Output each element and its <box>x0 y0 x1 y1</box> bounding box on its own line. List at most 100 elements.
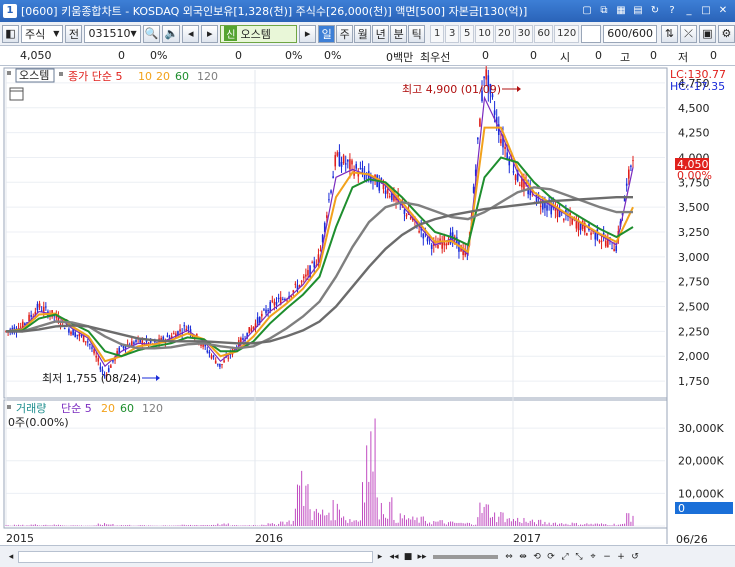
calendar-icon[interactable] <box>9 87 24 101</box>
undo-icon[interactable]: ⟲ <box>530 550 544 564</box>
candle-body <box>172 333 175 335</box>
candle-body <box>403 209 406 214</box>
sync-icon[interactable]: ⇅ <box>660 24 678 43</box>
crosshair-icon[interactable]: ⌖ <box>586 550 600 564</box>
hc-label: HC:-17.35 <box>670 80 725 93</box>
copy-window-icon[interactable]: ⧉ <box>598 5 610 17</box>
candle-body <box>384 190 387 195</box>
candle-body <box>418 230 420 233</box>
interval-120[interactable]: 120 <box>554 24 580 43</box>
restore-icon[interactable]: ▢ <box>581 5 593 17</box>
candle-body <box>242 337 244 341</box>
rotate-icon[interactable]: ↻ <box>649 5 661 17</box>
interval-1[interactable]: 1 <box>430 24 445 43</box>
period-tab-3[interactable]: 년 <box>372 24 390 43</box>
candle-body <box>604 240 607 247</box>
candle-body <box>479 118 481 127</box>
chevron-down-icon: ▼ <box>53 29 60 38</box>
candle-body <box>615 245 618 252</box>
period-tab-0[interactable]: 일 <box>318 24 336 43</box>
help-icon[interactable]: ? <box>666 5 678 17</box>
stock-code-input[interactable]: 031510 ▼ <box>84 24 141 43</box>
candle-body <box>227 357 230 359</box>
interval-3[interactable]: 3 <box>445 24 460 43</box>
redo-icon[interactable]: ⟳ <box>544 550 558 564</box>
scroll-right-icon[interactable]: ▸ <box>373 550 387 564</box>
prev-stock-icon[interactable]: ◂ <box>182 24 200 43</box>
zoom-in-icon[interactable]: + <box>614 550 628 564</box>
candle-body <box>305 274 307 277</box>
sub-grid-icon[interactable]: ▤ <box>632 5 644 17</box>
maximize-icon[interactable]: □ <box>700 5 712 17</box>
period-tab-4[interactable]: 분 <box>390 24 408 43</box>
period-tab-2[interactable]: 월 <box>354 24 372 43</box>
play-forward-icon[interactable]: ▸▸ <box>415 550 429 564</box>
volume-tick-label: 20,000K <box>678 455 724 468</box>
compare-icon[interactable]: ⤫ <box>679 24 697 43</box>
dropdown-icon[interactable]: ▸ <box>299 24 317 43</box>
interval-20[interactable]: 20 <box>494 24 514 43</box>
candle-body <box>504 146 506 149</box>
stop-icon[interactable]: ■ <box>401 550 415 564</box>
market-select[interactable]: 주식 ▼ <box>21 24 64 43</box>
play-back-icon[interactable]: ◂◂ <box>387 550 401 564</box>
settings-icon[interactable]: ⚙ <box>717 24 735 43</box>
interval-60[interactable]: 60 <box>534 24 554 43</box>
interval-tabs: 1 3 5 10 20 30 60 120 <box>430 24 580 43</box>
candle-body <box>485 69 488 80</box>
price-tick-label: 1,750 <box>678 375 710 388</box>
candle-body <box>409 217 412 219</box>
ma-20-label: 20 <box>156 70 170 83</box>
expand-icon[interactable]: ⤢ <box>558 550 572 564</box>
candle-body <box>334 155 337 167</box>
current-pct-label: 0.00% <box>677 169 712 182</box>
candle-body <box>493 110 496 115</box>
candle-body <box>300 281 303 283</box>
search-icon[interactable]: 🔍 <box>142 24 161 43</box>
candle-body <box>600 240 603 242</box>
toolbar: ◧ 주식 ▼ 전 031510 ▼ 🔍 🔈 ◂ ▸ 신 오스템 ▸ 일주월년분틱… <box>0 22 735 46</box>
range-icon[interactable]: ⇹ <box>516 550 530 564</box>
candle-body <box>89 344 91 346</box>
interval-spinner[interactable] <box>581 24 602 43</box>
save-icon[interactable]: ▣ <box>698 24 716 43</box>
candle-body <box>326 215 328 218</box>
price-tick-label: 3,250 <box>678 226 710 239</box>
candle-body <box>628 169 630 179</box>
chart-window-icon[interactable]: ◧ <box>2 24 19 43</box>
candle-body <box>579 224 582 231</box>
vol-ma-60-label: 60 <box>120 402 134 415</box>
low-marker: 최저 1,755 (08/24) <box>42 372 141 385</box>
sound-icon[interactable]: 🔈 <box>162 24 181 43</box>
zoom-slider[interactable] <box>433 554 498 559</box>
candle-body <box>261 313 263 317</box>
candle-body <box>265 309 267 314</box>
candle-body <box>630 165 632 167</box>
all-button[interactable]: 전 <box>65 24 83 43</box>
stock-name-box[interactable]: 신 오스템 <box>220 24 298 43</box>
stock-chart[interactable]: 4,7504,5004,2504,0003,7503,5003,2503,000… <box>0 66 735 544</box>
interval-10[interactable]: 10 <box>475 24 494 43</box>
candle-body <box>359 167 362 169</box>
high-marker: 최고 4,900 (01/09) <box>402 83 501 96</box>
count-input[interactable]: 600/600 <box>603 24 657 43</box>
minimize-icon[interactable]: _ <box>683 5 695 17</box>
zoom-out-icon[interactable]: − <box>600 550 614 564</box>
grid-icon[interactable]: ▦ <box>615 5 627 17</box>
price-tick-label: 3,500 <box>678 201 710 214</box>
candle-body <box>294 283 297 285</box>
collapse-icon[interactable]: ⤡ <box>572 550 586 564</box>
time-scrollbar-track[interactable] <box>18 550 373 563</box>
period-tab-5[interactable]: 틱 <box>408 24 426 43</box>
period-tab-1[interactable]: 주 <box>336 24 354 43</box>
scroll-left-icon[interactable]: ◂ <box>4 550 18 564</box>
price-tick-label: 2,500 <box>678 301 710 314</box>
fit-icon[interactable]: ⇔ <box>502 550 516 564</box>
close-icon[interactable]: ✕ <box>717 5 729 17</box>
interval-5[interactable]: 5 <box>460 24 475 43</box>
candle-body <box>267 309 269 312</box>
vol-ma-120-label: 120 <box>142 402 163 415</box>
next-stock-icon[interactable]: ▸ <box>201 24 219 43</box>
interval-30[interactable]: 30 <box>514 24 534 43</box>
refresh-icon[interactable]: ↺ <box>628 550 642 564</box>
